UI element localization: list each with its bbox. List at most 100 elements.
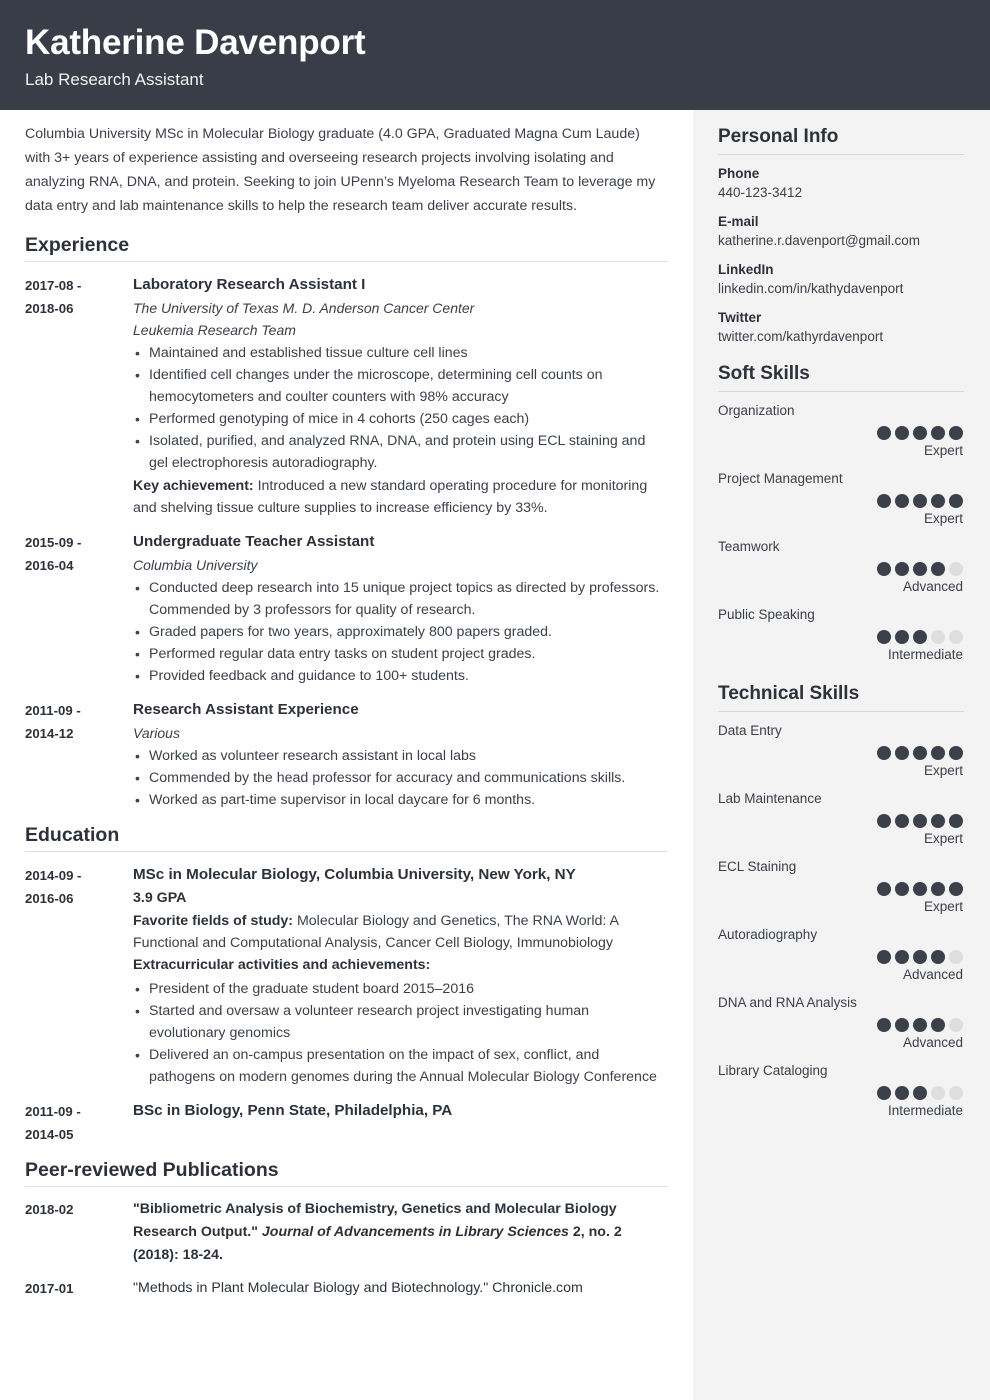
team-name: Leukemia Research Team <box>133 322 296 338</box>
education-bullet: Started and oversaw a volunteer research… <box>133 1000 668 1044</box>
key-achievement: Key achievement: Introduced a new standa… <box>133 478 648 516</box>
skill-level-label: Expert <box>923 511 963 526</box>
entry-date: 2011-09 -2014-05 <box>25 1104 81 1142</box>
skill-dot-filled <box>895 950 909 964</box>
skill-dot-filled <box>949 814 963 828</box>
skill-rating-meter <box>718 814 964 828</box>
education-entry: 2011-09 -2014-05 BSc in Biology, Penn Sta… <box>25 1099 668 1146</box>
job-bullet: Graded papers for two years, approximate… <box>133 621 668 643</box>
entry-date: 2011-09 -2014-12 <box>25 703 81 741</box>
job-bullet: Maintained and established tissue cultur… <box>133 342 668 364</box>
job-title: Research Assistant Experience <box>133 701 359 718</box>
skill-dot-filled <box>931 950 945 964</box>
entry-body: Research Assistant Experience Various Work… <box>133 698 668 811</box>
skill-dot-filled <box>913 950 927 964</box>
skill-dot-empty <box>949 562 963 576</box>
favorite-fields: Favorite fields of study: Molecular Biol… <box>133 913 619 951</box>
skill-dot-empty <box>931 630 945 644</box>
degree-title: BSc in Biology, Penn State, Philadelphia… <box>133 1102 453 1119</box>
skill-item: DNA and RNA Analysis Advanced <box>718 993 964 1052</box>
personal-info-list: Phone 440-123-3412 E-mail katherine.r.daven… <box>718 164 964 346</box>
skill-dot-filled <box>877 746 891 760</box>
skill-dot-filled <box>913 562 927 576</box>
job-bullet: Isolated, purified, and analyzed RNA, DN… <box>133 430 668 474</box>
skill-level-label: Intermediate <box>887 647 963 662</box>
skill-name: Lab Maintenance <box>718 791 822 806</box>
skill-name: Autoradiography <box>718 927 818 942</box>
skill-dot-empty <box>931 1086 945 1100</box>
skill-dot-filled <box>895 630 909 644</box>
skill-dot-filled <box>877 562 891 576</box>
education-bullet-list: President of the graduate student board … <box>133 978 668 1088</box>
skill-level-label: Intermediate <box>887 1103 963 1118</box>
personal-info-value: katherine.r.davenport@gmail.com <box>718 233 921 248</box>
professional-summary: Columbia University MSc in Molecular Bio… <box>25 126 656 214</box>
experience-list: 2017-08 -2018-06 Laboratory Research Assi… <box>25 273 668 811</box>
skill-name: ECL Staining <box>718 859 797 874</box>
skill-dot-filled <box>877 814 891 828</box>
education-entry: 2014-09 -2016-06 MSc in Molecular Biology… <box>25 863 668 1088</box>
entry-date: 2017-08 -2018-06 <box>25 278 82 316</box>
skill-name: Public Speaking <box>718 607 815 622</box>
job-bullet: Performed regular data entry tasks on st… <box>133 643 668 665</box>
section-title-experience: Experience <box>25 234 130 256</box>
skill-dot-empty <box>949 1018 963 1032</box>
skill-item: Teamwork Advanced <box>718 537 964 596</box>
skill-dot-filled <box>877 1086 891 1100</box>
skill-dot-filled <box>931 814 945 828</box>
technical-skills-list: Data Entry Expert Lab Maintenance Expert ECL… <box>718 721 964 1120</box>
section-divider <box>25 851 668 852</box>
skill-dot-filled <box>877 426 891 440</box>
skill-level-label: Advanced <box>902 579 963 594</box>
skill-item: Project Management Expert <box>718 469 964 528</box>
job-bullet: Worked as volunteer research assistant i… <box>133 745 668 767</box>
job-bullet: Worked as part-time supervisor in local … <box>133 789 668 811</box>
skill-dot-filled <box>895 562 909 576</box>
skill-dot-empty <box>949 950 963 964</box>
skill-dot-filled <box>913 1086 927 1100</box>
skill-name: Project Management <box>718 471 843 486</box>
job-bullet-list: Conducted deep research into 15 unique p… <box>133 577 668 687</box>
experience-entry: 2015-09 -2016-04 Undergraduate Teacher As… <box>25 530 668 687</box>
sidebar-divider <box>718 711 964 712</box>
publication-entry: 2017-01 "Methods in Plant Molecular Biolo… <box>25 1277 668 1300</box>
technical-skills-block: Technical Skills Data Entry Expert Lab Mai… <box>718 682 964 1120</box>
sidebar: Personal Info Phone 440-123-3412 E-mail kat… <box>693 110 990 1400</box>
personal-info-block: Personal Info Phone 440-123-3412 E-mail kat… <box>718 125 964 346</box>
skill-dot-filled <box>895 494 909 508</box>
skill-dot-filled <box>931 1018 945 1032</box>
skill-dot-filled <box>913 1018 927 1032</box>
publication-date: 2017-01 <box>25 1281 74 1296</box>
skill-level-label: Advanced <box>902 967 963 982</box>
skill-item: Lab Maintenance Expert <box>718 789 964 848</box>
job-bullet: Commended by the head professor for accu… <box>133 767 668 789</box>
publications-list: 2018-02 "Bibliometric Analysis of Biochem… <box>25 1198 668 1300</box>
skill-rating-meter <box>718 630 964 644</box>
skill-dot-filled <box>877 630 891 644</box>
publication-text: "Bibliometric Analysis of Biochemistry, … <box>133 1201 622 1263</box>
skill-item: Autoradiography Advanced <box>718 925 964 984</box>
skill-dot-filled <box>877 1018 891 1032</box>
personal-info-value: twitter.com/kathyrdavenport <box>718 329 884 344</box>
main-column: Columbia University MSc in Molecular Bio… <box>0 110 693 1310</box>
gpa: 3.9 GPA <box>133 890 187 906</box>
entry-date: 2015-09 -2016-04 <box>25 535 82 573</box>
sidebar-title-soft-skills: Soft Skills <box>718 363 810 384</box>
skill-name: DNA and RNA Analysis <box>718 995 857 1010</box>
skill-dot-filled <box>949 426 963 440</box>
personal-info-label: Phone <box>718 166 760 181</box>
resume-header: Katherine Davenport Lab Research Assista… <box>0 0 990 110</box>
skill-rating-meter <box>718 562 964 576</box>
skill-dot-filled <box>949 882 963 896</box>
skill-level-label: Expert <box>923 443 963 458</box>
section-divider <box>25 1186 668 1187</box>
skill-rating-meter <box>718 882 964 896</box>
skill-name: Library Cataloging <box>718 1063 828 1078</box>
publication-date: 2018-02 <box>25 1202 74 1217</box>
job-bullet: Performed genotyping of mice in 4 cohort… <box>133 408 668 430</box>
candidate-name: Katherine Davenport <box>25 23 366 62</box>
skill-dot-filled <box>913 630 927 644</box>
job-title: Undergraduate Teacher Assistant <box>133 533 375 550</box>
skill-dot-empty <box>949 630 963 644</box>
skill-dot-filled <box>877 950 891 964</box>
